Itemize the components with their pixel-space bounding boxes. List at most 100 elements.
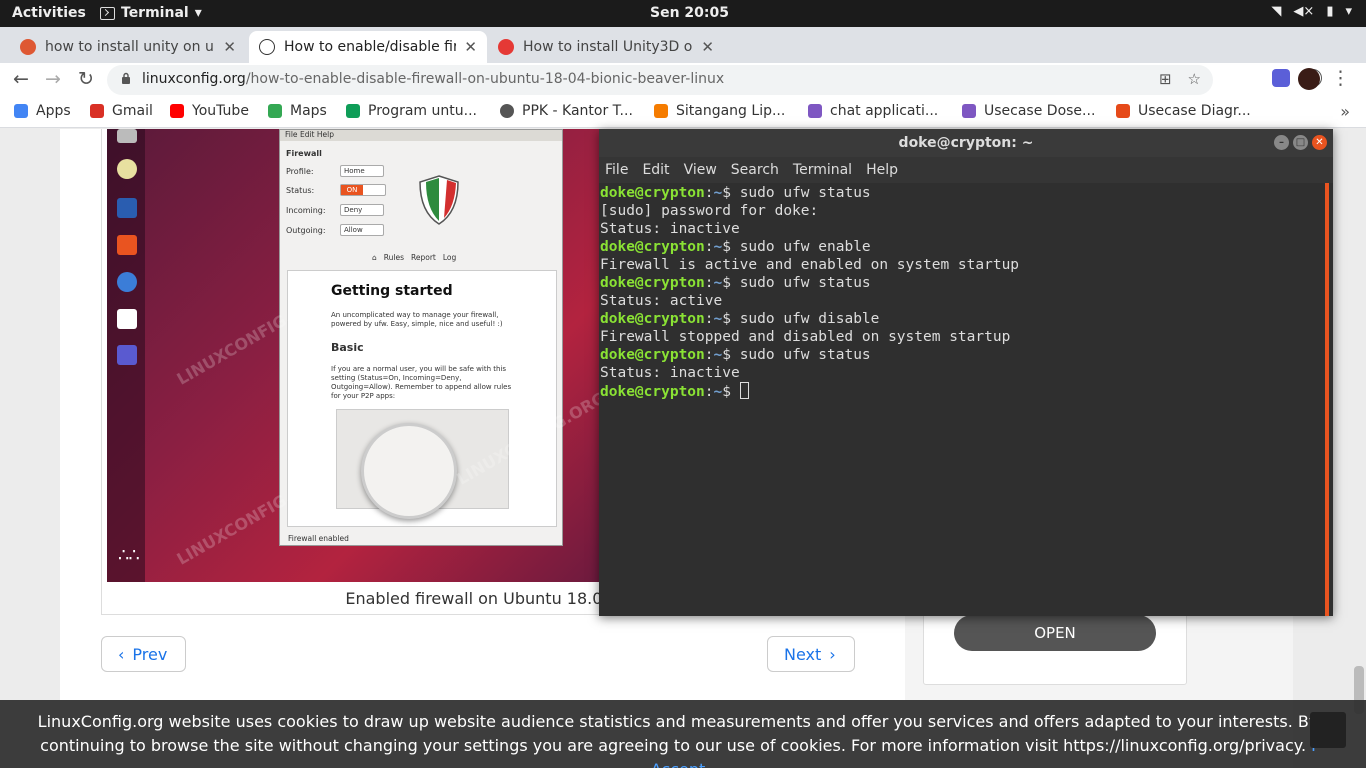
home-icon: ⌂ bbox=[372, 253, 377, 262]
software-center-icon bbox=[117, 235, 137, 255]
url-text: linuxconfig.org/how-to-enable-disable-fi… bbox=[142, 71, 724, 87]
tab-title: How to install Unity3D on bbox=[523, 39, 694, 55]
bookmark-label: Gmail bbox=[112, 103, 153, 119]
system-tray[interactable]: ◥ ◀× ▮ ▾ bbox=[1271, 4, 1352, 19]
clock[interactable]: Sen 20:05 bbox=[650, 5, 729, 21]
prompt-user: doke@crypton bbox=[600, 347, 705, 363]
close-icon[interactable]: ✕ bbox=[464, 38, 477, 56]
bookmark-usecase-dose[interactable]: Usecase Dose... bbox=[962, 103, 1095, 119]
next-button[interactable]: Next › bbox=[767, 636, 855, 672]
tab-3[interactable]: How to install Unity3D on ✕ bbox=[488, 31, 724, 63]
menu-search[interactable]: Search bbox=[731, 162, 779, 178]
terminal-output[interactable]: doke@crypton:~$ sudo ufw status [sudo] pa… bbox=[599, 183, 1329, 616]
command-text: sudo ufw status bbox=[739, 347, 871, 363]
kebab-menu-icon[interactable]: ⋮ bbox=[1331, 67, 1350, 89]
bookmark-label: Usecase Dose... bbox=[984, 103, 1096, 119]
gufw-tabs: ⌂ Rules Report Log bbox=[372, 253, 456, 262]
profile-avatar[interactable] bbox=[1298, 68, 1320, 90]
globe-icon bbox=[500, 104, 514, 118]
close-banner-button[interactable] bbox=[1310, 712, 1346, 748]
gufw-shield-icon bbox=[117, 345, 137, 365]
app-menu[interactable]: Terminal ▾ bbox=[100, 5, 202, 21]
volume-icon: ◀× bbox=[1293, 4, 1315, 19]
meet-extension-icon[interactable] bbox=[1272, 69, 1290, 87]
bookmark-label: PPK - Kantor T... bbox=[522, 103, 633, 119]
bookmark-youtube[interactable]: YouTube bbox=[170, 103, 249, 119]
tab-2-active[interactable]: How to enable/disable fir ✕ bbox=[249, 31, 487, 63]
outgoing-select: Allow bbox=[340, 224, 384, 236]
open-button[interactable]: OPEN bbox=[954, 615, 1156, 651]
more-bookmarks-icon[interactable]: » bbox=[1340, 102, 1350, 121]
prompt-user: doke@crypton bbox=[600, 275, 705, 291]
terminal-window[interactable]: doke@crypton: ~ – □ ✕ File Edit View Sea… bbox=[599, 129, 1333, 616]
menu-edit: Edit bbox=[299, 130, 315, 139]
star-icon[interactable]: ☆ bbox=[1188, 70, 1201, 88]
close-icon[interactable]: ✕ bbox=[701, 38, 714, 56]
basic-heading: Basic bbox=[331, 341, 364, 354]
command-text: sudo ufw disable bbox=[739, 311, 880, 327]
terminal-command-line: doke@crypton:~$ sudo ufw status bbox=[600, 275, 871, 291]
bookmark-label: Apps bbox=[36, 103, 71, 119]
bookmark-label: Program untu... bbox=[368, 103, 477, 119]
menu-view[interactable]: View bbox=[684, 162, 717, 178]
shield-icon bbox=[419, 175, 459, 225]
close-icon[interactable]: ✕ bbox=[1312, 135, 1327, 150]
tab-1[interactable]: how to install unity on ub ✕ bbox=[10, 31, 246, 63]
youtube-icon bbox=[170, 104, 184, 118]
menu-terminal[interactable]: Terminal bbox=[793, 162, 852, 178]
reload-icon[interactable]: ↻ bbox=[78, 68, 94, 90]
intro-text: An uncomplicated way to manage your fire… bbox=[331, 311, 503, 328]
writer-icon bbox=[117, 198, 137, 218]
next-label: Next bbox=[784, 644, 822, 664]
bookmark-program[interactable]: Program untu... bbox=[346, 103, 477, 119]
cloud-icon bbox=[1116, 104, 1130, 118]
tab-strip: how to install unity on ub ✕ How to enab… bbox=[0, 27, 1366, 83]
menu-edit[interactable]: Edit bbox=[642, 162, 669, 178]
bookmark-label: Maps bbox=[290, 103, 327, 119]
bookmark-usecase-diagr[interactable]: Usecase Diagr... bbox=[1116, 103, 1251, 119]
bookmark-sitangang[interactable]: Sitangang Lip... bbox=[654, 103, 785, 119]
terminal-output-line: [sudo] password for doke: bbox=[600, 203, 819, 219]
status-label: Status: bbox=[286, 186, 315, 195]
close-icon[interactable]: ✕ bbox=[223, 38, 236, 56]
prompt-user: doke@crypton bbox=[600, 185, 705, 201]
menu-help[interactable]: Help bbox=[866, 162, 898, 178]
forward-arrow-icon[interactable]: → bbox=[45, 68, 61, 90]
address-bar[interactable]: linuxconfig.org/how-to-enable-disable-fi… bbox=[107, 65, 1213, 95]
section-title: Firewall bbox=[286, 149, 322, 158]
prompt-user: doke@crypton bbox=[600, 384, 705, 400]
rhythmbox-icon bbox=[117, 159, 137, 179]
cookie-banner: LinuxConfig.org website uses cookies to … bbox=[0, 700, 1366, 768]
maximize-icon[interactable]: □ bbox=[1293, 135, 1308, 150]
prev-button[interactable]: ‹ Prev bbox=[101, 636, 186, 672]
back-arrow-icon[interactable]: ← bbox=[13, 68, 29, 90]
bookmark-ppk[interactable]: PPK - Kantor T... bbox=[500, 103, 633, 119]
bookmark-chat[interactable]: chat applicati... bbox=[808, 103, 938, 119]
battery-icon: ▮ bbox=[1326, 4, 1334, 19]
gufw-menubar: File Edit Help bbox=[280, 130, 562, 141]
bookmark-gmail[interactable]: Gmail bbox=[90, 103, 153, 119]
activities-button[interactable]: Activities bbox=[12, 5, 86, 21]
translate-icon[interactable]: ⊞ bbox=[1159, 70, 1172, 88]
terminal-output-line: Status: inactive bbox=[600, 365, 740, 381]
prev-label: Prev bbox=[132, 644, 168, 664]
prompt-user: doke@crypton bbox=[600, 239, 705, 255]
blogger-icon bbox=[654, 104, 668, 118]
gufw-status-bar: Firewall enabled bbox=[288, 534, 349, 543]
bookmark-apps[interactable]: Apps bbox=[14, 103, 71, 119]
profile-select: Home bbox=[340, 165, 384, 177]
ubuntu-dock: ∴∴ bbox=[107, 129, 145, 582]
terminal-output-line: Firewall stopped and disabled on system … bbox=[600, 329, 1011, 345]
menu-file[interactable]: File bbox=[605, 162, 628, 178]
minimize-icon[interactable]: – bbox=[1274, 135, 1289, 150]
magnifier-illustration bbox=[361, 423, 457, 519]
terminal-command-line: doke@crypton:~$ sudo ufw disable bbox=[600, 311, 880, 327]
prompt-path: ~ bbox=[713, 239, 723, 255]
prompt-path: ~ bbox=[713, 347, 723, 363]
terminal-command-line: doke@crypton:~$ sudo ufw status bbox=[600, 185, 871, 201]
chevron-down-icon: ▾ bbox=[1345, 4, 1352, 19]
prompt-user: doke@crypton bbox=[600, 311, 705, 327]
terminal-titlebar[interactable]: doke@crypton: ~ – □ ✕ bbox=[599, 129, 1333, 157]
profile-label: Profile: bbox=[286, 167, 314, 176]
bookmark-maps[interactable]: Maps bbox=[268, 103, 327, 119]
